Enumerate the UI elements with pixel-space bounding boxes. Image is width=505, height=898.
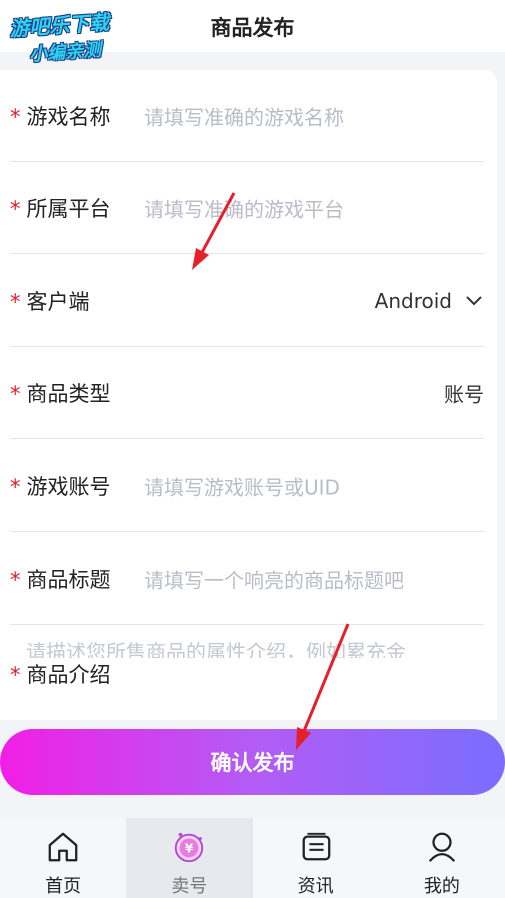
- product-type-row[interactable]: * 商品类型 账号: [10, 347, 484, 439]
- game-account-input[interactable]: 请填写游戏账号或UID: [144, 471, 340, 500]
- game-name-input[interactable]: 请填写准确的游戏名称: [144, 101, 344, 130]
- platform-label: * 所属平台: [10, 196, 111, 221]
- product-title-label: * 商品标题: [10, 567, 111, 592]
- user-icon: [428, 832, 456, 862]
- required-mark: *: [10, 474, 21, 499]
- required-mark: *: [10, 663, 21, 687]
- chevron-down-icon: [466, 295, 482, 305]
- product-type-value[interactable]: 账号: [444, 378, 484, 407]
- confirm-publish-label: 确认发布: [210, 752, 295, 775]
- top-header: 游吧乐下载 小编亲测 商品发布: [0, 0, 505, 66]
- publish-form: * 游戏名称 请填写准确的游戏名称 * 所属平台 请填写准确的游戏平台 * 客户端 A…: [0, 70, 497, 720]
- tab-news-label: 资讯: [297, 876, 334, 897]
- tab-sell-label: 卖号: [171, 876, 208, 897]
- game-account-label: * 游戏账号: [10, 474, 111, 499]
- product-title-row[interactable]: * 商品标题 请填写一个响亮的商品标题吧: [10, 533, 484, 625]
- news-icon: [302, 832, 330, 861]
- required-mark: *: [10, 289, 21, 314]
- client-label: * 客户端: [10, 289, 90, 314]
- game-name-label: * 游戏名称: [10, 104, 111, 129]
- client-select-value: Android: [374, 288, 452, 313]
- client-row[interactable]: * 客户端 Android: [10, 255, 484, 347]
- platform-row[interactable]: * 所属平台 请填写准确的游戏平台: [10, 162, 484, 254]
- confirm-publish-button[interactable]: 确认发布: [0, 729, 505, 795]
- sell-yuan-icon: ¥: [175, 832, 204, 863]
- product-intro-textarea[interactable]: 请描述您所售商品的属性介绍，例如累充金: [26, 636, 476, 658]
- game-account-row[interactable]: * 游戏账号 请填写游戏账号或UID: [10, 440, 484, 532]
- product-intro-label: * 商品介绍: [10, 663, 111, 687]
- home-icon: [48, 832, 78, 862]
- page-title: 商品发布: [210, 16, 295, 40]
- required-mark: *: [10, 196, 21, 221]
- tab-mine-label: 我的: [423, 876, 460, 897]
- required-mark: *: [10, 104, 21, 129]
- bottom-tab-bar: 首页 ¥ 卖号 资讯 我的: [0, 818, 505, 898]
- product-title-input[interactable]: 请填写一个响亮的商品标题吧: [144, 564, 404, 593]
- tab-home-label: 首页: [45, 876, 82, 897]
- game-name-row[interactable]: * 游戏名称 请填写准确的游戏名称: [10, 70, 484, 162]
- required-mark: *: [10, 567, 21, 592]
- svg-text:¥: ¥: [185, 842, 194, 856]
- tab-news[interactable]: 资讯: [253, 818, 379, 898]
- platform-input[interactable]: 请填写准确的游戏平台: [144, 193, 344, 222]
- tab-home[interactable]: 首页: [0, 818, 126, 898]
- product-type-label: * 商品类型: [10, 381, 111, 406]
- client-select[interactable]: Android: [375, 289, 484, 313]
- tab-sell[interactable]: ¥ 卖号: [126, 818, 253, 898]
- required-mark: *: [10, 381, 21, 406]
- tab-mine[interactable]: 我的: [379, 818, 505, 898]
